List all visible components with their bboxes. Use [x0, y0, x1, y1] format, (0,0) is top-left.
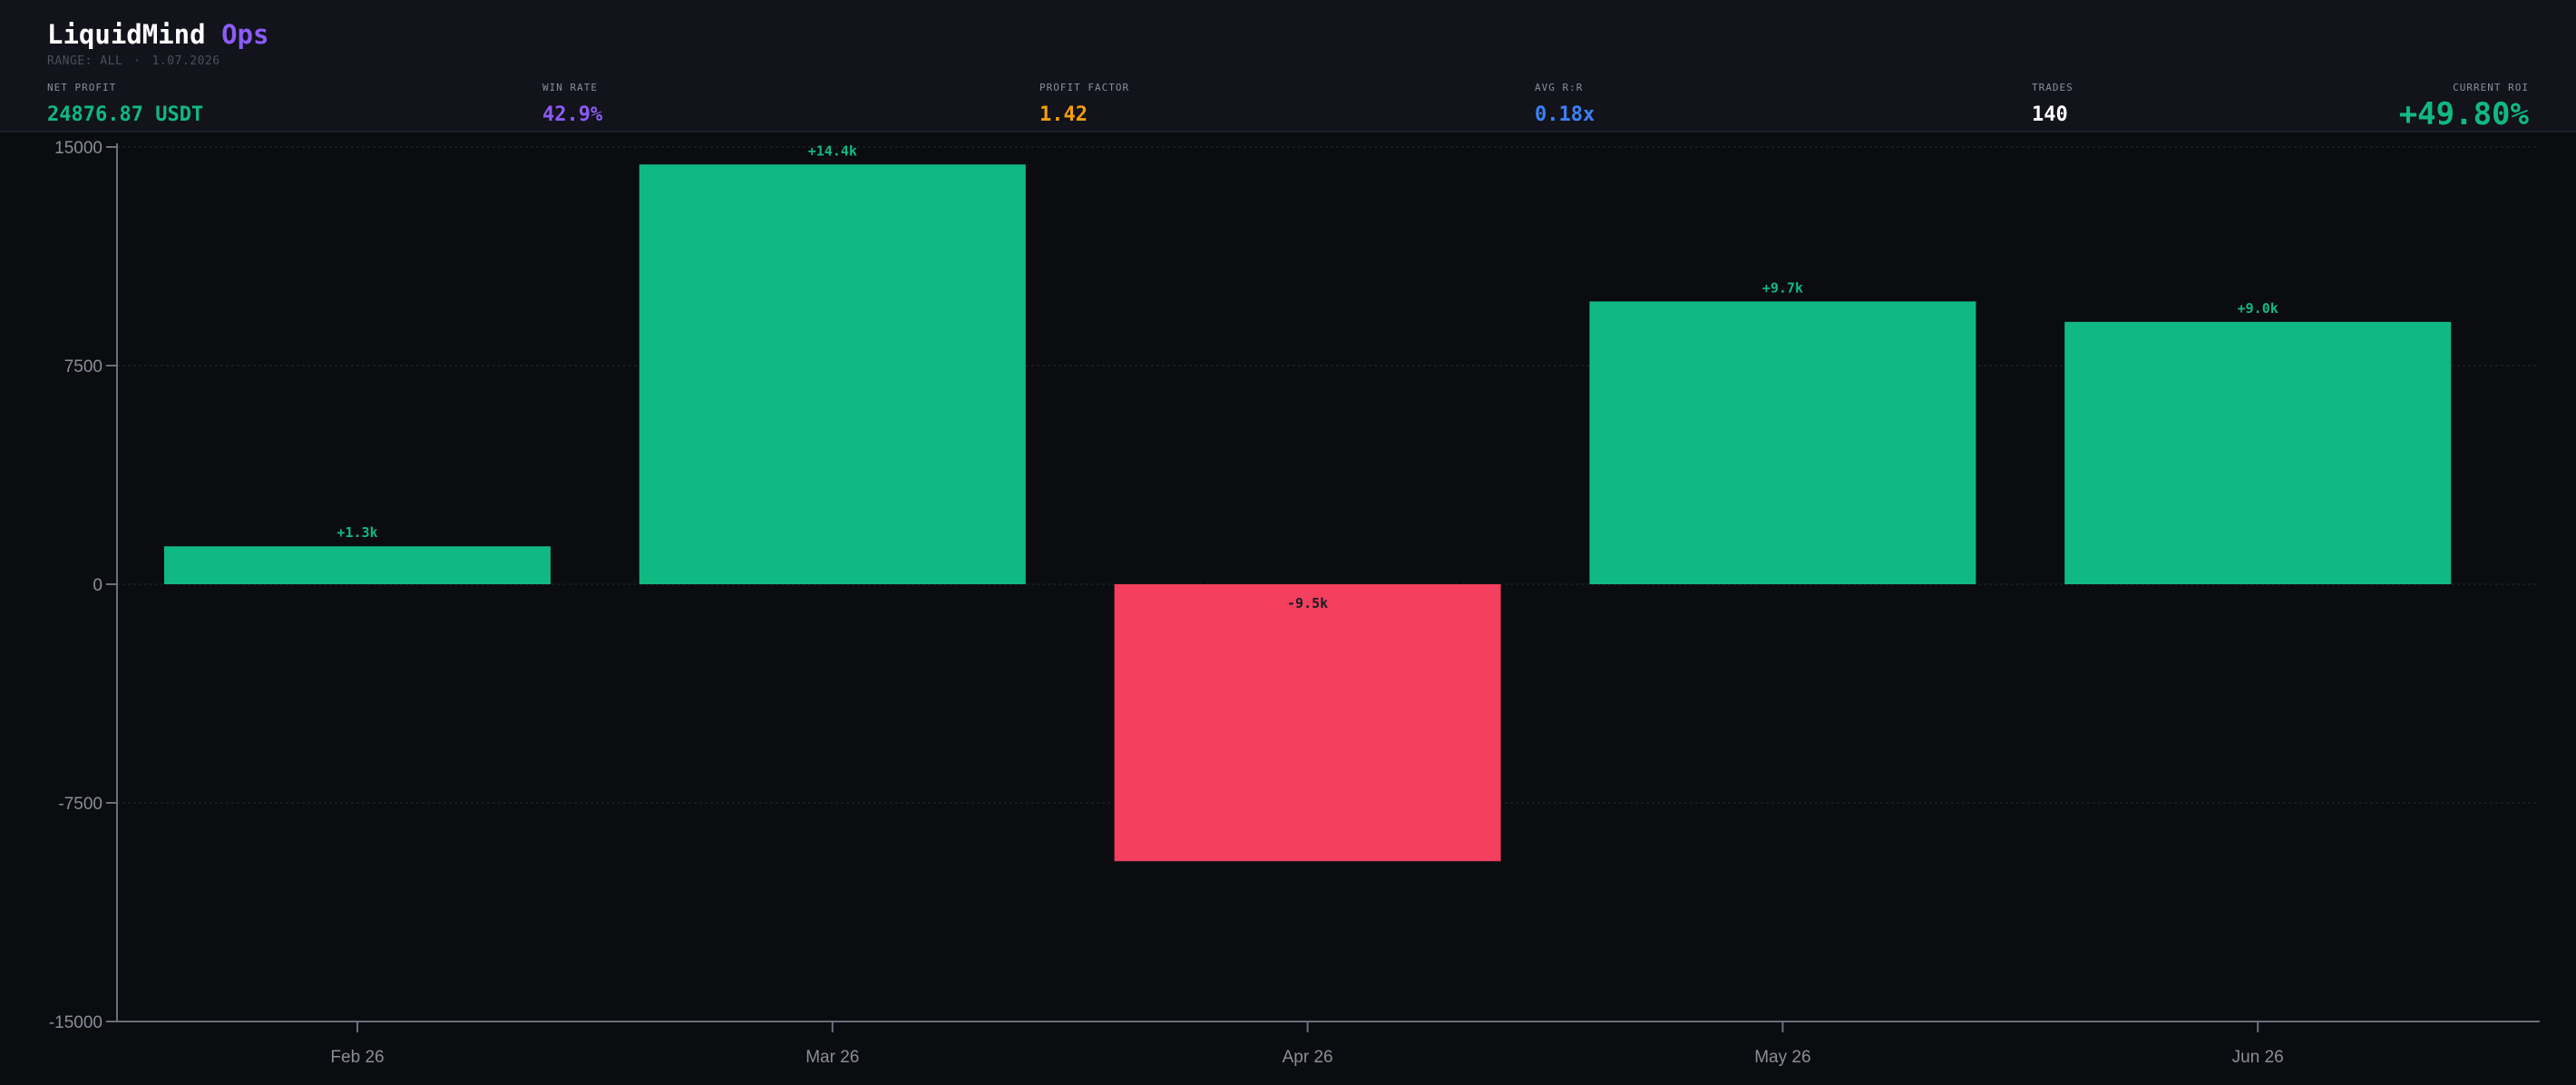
range-info: RANGE: ALL · 1.07.2026 [47, 54, 220, 69]
x-tick-label: Apr 26 [1283, 1048, 1333, 1067]
stat-value: 24876.87 USDT [47, 103, 204, 126]
stat-avg-rr: AVG R:R 0.18x [1535, 82, 1595, 128]
stat-label: PROFIT FACTOR [1039, 82, 1130, 93]
stat-current-roi: CURRENT ROI +49.80% [2399, 82, 2529, 131]
y-tick-label: -7500 [58, 795, 102, 814]
stat-value: 0.18x [1535, 103, 1595, 126]
bar [2064, 321, 2452, 584]
stat-net-profit: NET PROFIT 24876.87 USDT [47, 82, 203, 128]
stat-label: AVG R:R [1535, 82, 1584, 93]
chart-bars: +1.3k +14.4k -9.5k +9.7k +9.0k [164, 142, 2452, 862]
bar-value-label: +9.0k [2238, 300, 2278, 317]
monthly-pnl-chart: +1.3k +14.4k -9.5k +9.7k +9.0k Feb 26 Mar 26 A… [49, 139, 2540, 1067]
bar-value-label: +14.4k [808, 142, 857, 159]
stat-label: CURRENT ROI [2453, 82, 2529, 93]
bar-value-label: +1.3k [337, 524, 377, 541]
bar [164, 546, 551, 584]
range-text: RANGE: ALL [47, 54, 123, 68]
stat-value: 140 [2032, 103, 2068, 126]
y-tick-label: 7500 [64, 357, 102, 376]
x-tick-label: Jun 26 [2232, 1048, 2284, 1067]
stat-win-rate: WIN RATE 42.9% [542, 82, 602, 128]
bar-value-label: +9.7k [1762, 279, 1803, 296]
stat-profit-factor: PROFIT FACTOR 1.42 [1039, 82, 1129, 128]
app-title: LiquidMind Ops [47, 16, 268, 53]
range-separator: · [133, 54, 141, 68]
header-bar: LiquidMind Ops RANGE: ALL · 1.07.2026 NET … [0, 0, 2576, 132]
stat-trades: TRADES 140 [2032, 82, 2073, 128]
date-text: 1.07.2026 [151, 54, 220, 68]
stat-label: TRADES [2032, 82, 2073, 93]
y-tick-label: 15000 [54, 139, 102, 158]
stat-value: +49.80% [2398, 96, 2529, 132]
x-tick-label: May 26 [1754, 1048, 1810, 1067]
bar [1114, 584, 1501, 862]
stat-value: 1.42 [1039, 103, 1088, 126]
brand-name: LiquidMind [47, 19, 206, 50]
bar [639, 164, 1026, 584]
stat-value: 42.9% [542, 103, 603, 126]
stat-label: WIN RATE [542, 82, 598, 93]
x-tick-label: Feb 26 [330, 1048, 384, 1067]
bar [1589, 301, 1976, 584]
x-tick-label: Mar 26 [805, 1048, 859, 1067]
y-tick-label: -15000 [49, 1013, 102, 1032]
bar-value-label: -9.5k [1287, 595, 1328, 611]
y-tick-label: 0 [93, 576, 102, 595]
stat-label: NET PROFIT [47, 82, 117, 93]
brand-accent: Ops [221, 19, 269, 50]
